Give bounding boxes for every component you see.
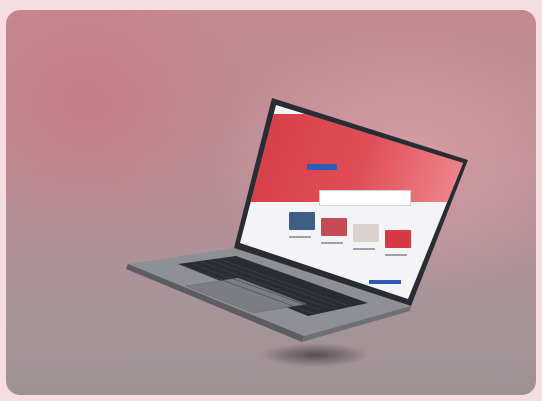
website-hero-button [307,164,337,170]
website-card-text [321,242,343,244]
website-card-image [385,230,411,248]
promo-frame [6,10,536,395]
website-search-panel [319,190,411,206]
website-card-image [289,212,315,230]
website-card-image [321,218,347,236]
website-card-text [385,254,407,256]
website-card-text [289,236,311,238]
website-card-image [353,224,379,242]
website-card-text [353,248,375,250]
website-footer-button [369,280,401,284]
